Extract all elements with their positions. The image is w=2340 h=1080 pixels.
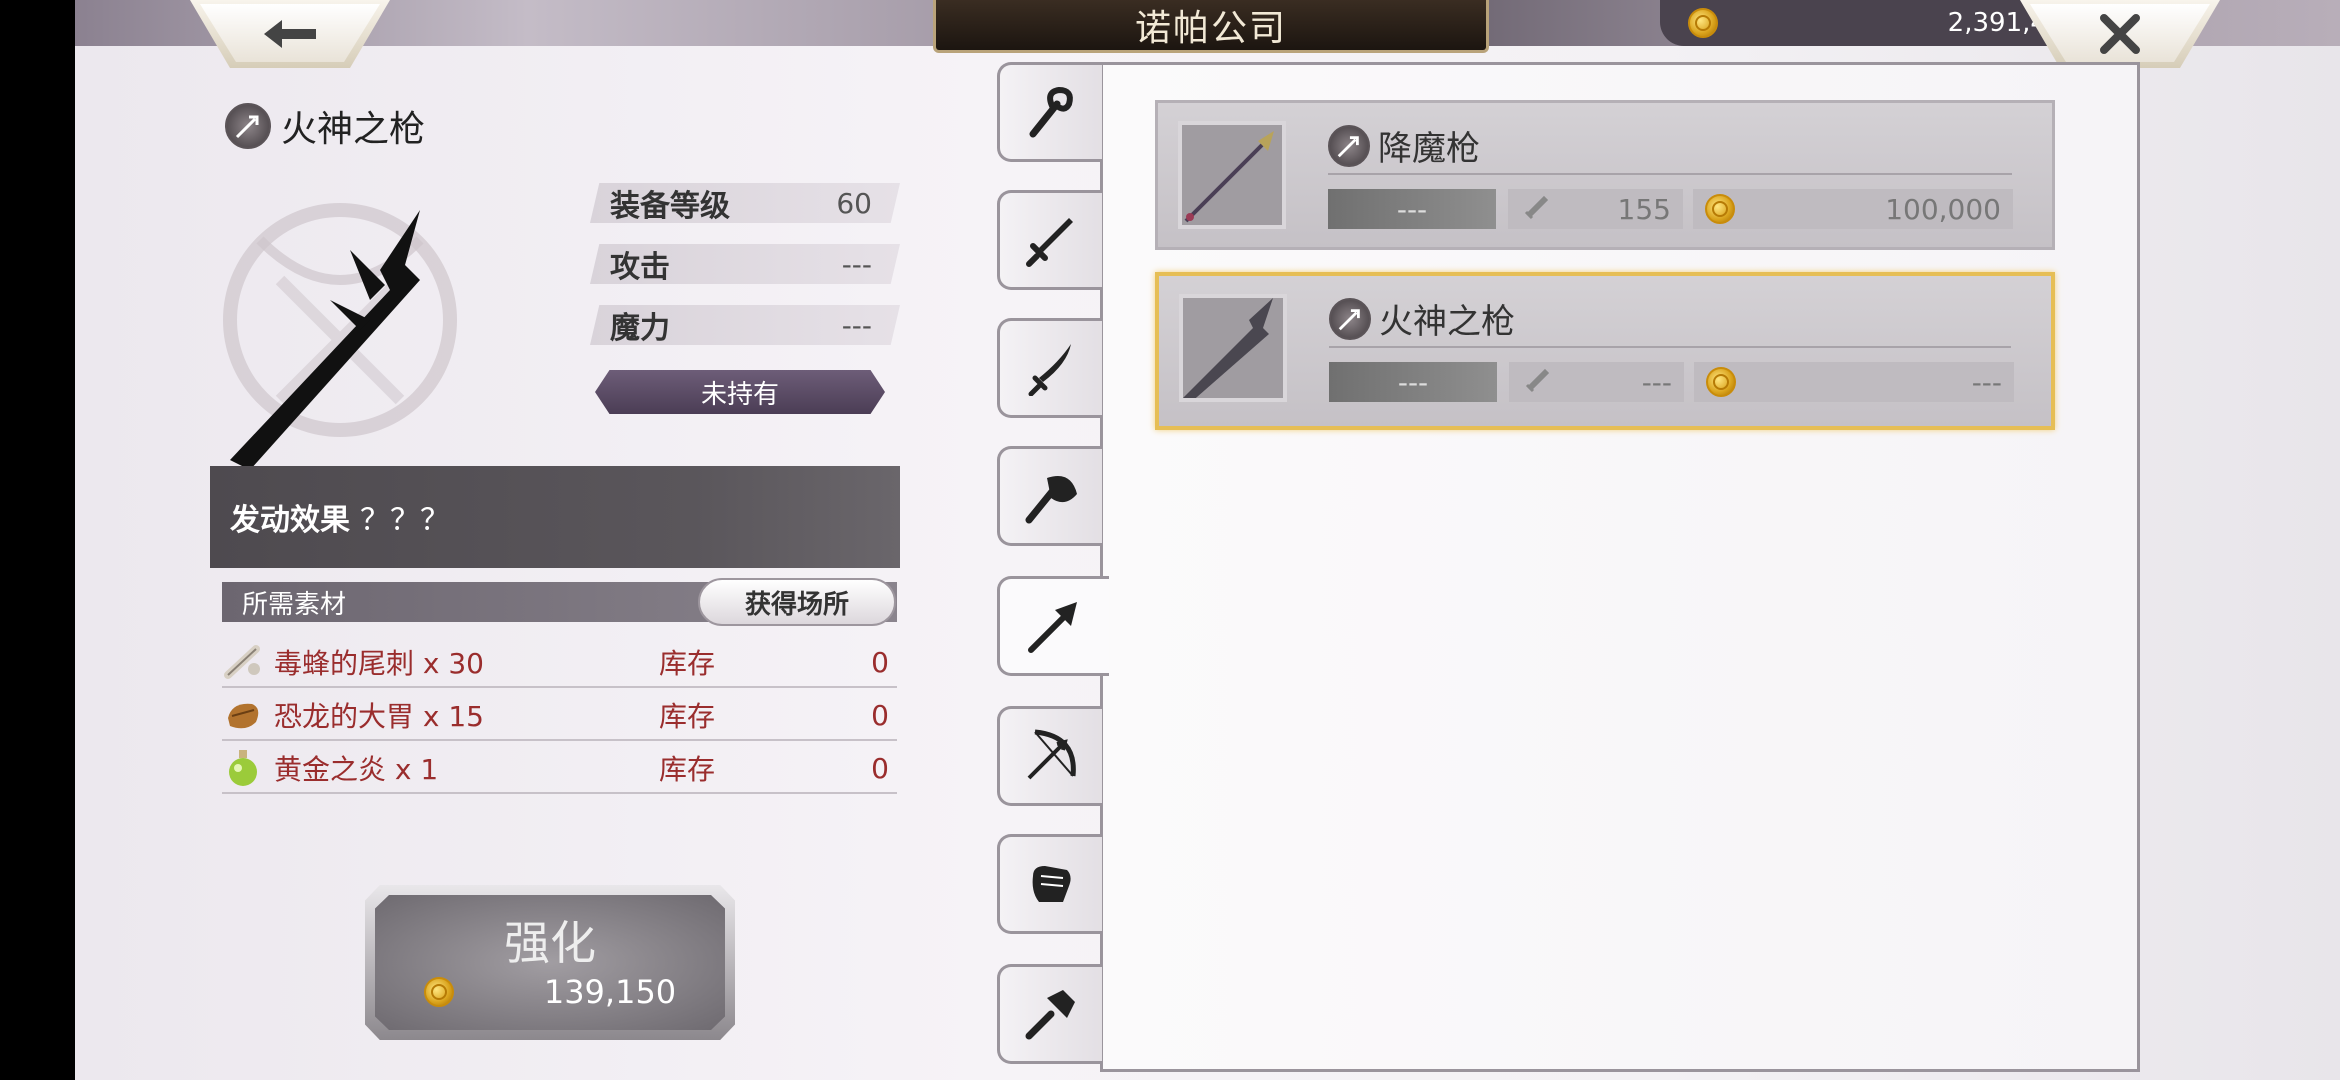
effect-value: ？？？	[360, 503, 450, 538]
item-attack: 155	[1508, 189, 1683, 229]
item-thumbnail	[1179, 294, 1287, 404]
item-card[interactable]: 降魔枪 --- 155 100,000	[1155, 100, 2055, 250]
item-card-selected[interactable]: 火神之枪 --- --- ---	[1155, 272, 2055, 430]
item-title: 火神之枪	[225, 100, 425, 152]
coin-icon	[1705, 194, 1735, 224]
spear-icon	[1329, 297, 1371, 340]
material-row[interactable]: 黄金之炎 x 1 库存 0	[222, 744, 897, 794]
potion-icon	[229, 750, 257, 786]
status-badge: 未持有	[595, 370, 885, 414]
item-thumbnail	[1178, 121, 1286, 229]
item-name: 降魔枪	[1378, 129, 1480, 169]
sword-icon	[1524, 195, 1549, 220]
weapon-emblem-icon	[223, 203, 457, 470]
tab-sword[interactable]	[997, 190, 1102, 290]
stat-level: 装备等级 60	[590, 183, 900, 223]
tab-saber[interactable]	[997, 318, 1102, 418]
item-name: 火神之枪	[1379, 302, 1515, 342]
item-attack: ---	[1509, 362, 1684, 402]
effect-panel: 发动效果 ？？？	[210, 466, 900, 568]
stomach-icon	[228, 703, 259, 729]
material-row[interactable]: 恐龙的大胃 x 15 库存 0	[222, 691, 897, 741]
enhance-label: 强化	[504, 916, 596, 970]
enhance-button[interactable]: 强化 139,150	[365, 885, 735, 1040]
game-screen: 诺帕公司 2,391,413 火神之枪 装备等级 60 攻击 --- 魔力 --…	[75, 0, 2340, 1080]
coin-icon	[1706, 367, 1736, 397]
item-price: ---	[1694, 362, 2014, 402]
tab-fist[interactable]	[997, 834, 1102, 934]
spear-icon	[1328, 124, 1370, 167]
stat-attack: 攻击 ---	[590, 244, 900, 284]
tab-spear[interactable]	[997, 576, 1109, 676]
effect-label: 发动效果	[230, 503, 350, 538]
spear-icon	[225, 103, 271, 149]
item-slot: ---	[1329, 362, 1497, 402]
material-row[interactable]: 毒蜂的尾刺 x 30 库存 0	[222, 638, 897, 688]
source-button[interactable]: 获得场所	[698, 578, 896, 626]
hammer-icon	[1025, 990, 1075, 1040]
coin-icon	[423, 977, 454, 1007]
enhance-cost: 139,150	[365, 973, 735, 1011]
item-name: 火神之枪	[281, 109, 426, 150]
bow-icon	[1027, 729, 1076, 780]
axe-icon	[1025, 476, 1077, 524]
saber-icon	[1028, 344, 1071, 396]
item-slot: ---	[1328, 189, 1496, 229]
bone-icon	[224, 645, 260, 679]
tab-bow[interactable]	[997, 706, 1102, 806]
tab-staff[interactable]	[997, 62, 1102, 162]
stat-magic: 魔力 ---	[590, 305, 900, 345]
staff-icon	[1029, 86, 1073, 138]
tab-axe[interactable]	[997, 446, 1102, 546]
item-price: 100,000	[1693, 189, 2013, 229]
sword-icon	[1525, 368, 1550, 393]
gauntlet-icon	[1032, 866, 1071, 902]
spear-icon	[1184, 131, 1274, 223]
tab-hammer[interactable]	[997, 964, 1102, 1064]
spear-icon	[1183, 298, 1273, 404]
sword-icon	[1026, 218, 1073, 267]
spear-icon	[1027, 602, 1077, 653]
